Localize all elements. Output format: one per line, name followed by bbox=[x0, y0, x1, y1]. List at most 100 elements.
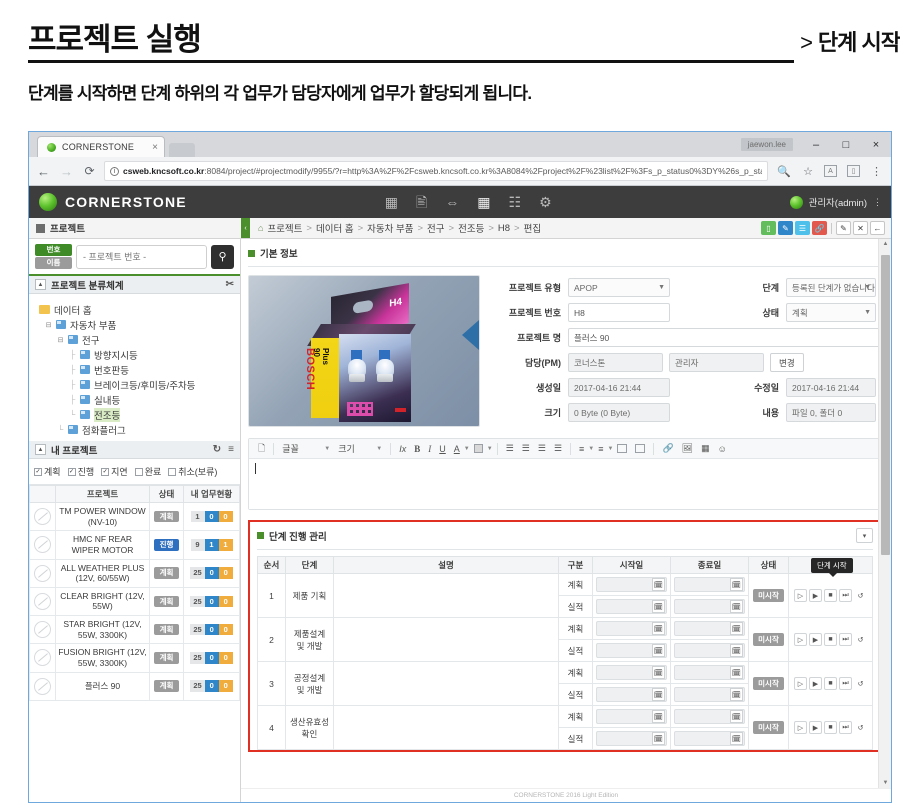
reset-icon[interactable]: ↺ bbox=[854, 677, 867, 690]
bookmark-star-icon[interactable]: ☆ bbox=[800, 165, 816, 178]
actual-end-input[interactable]: 🗓 bbox=[674, 731, 745, 746]
scrollbar-thumb[interactable] bbox=[881, 255, 890, 555]
font-size-select[interactable]: 크기 ▼ bbox=[334, 442, 386, 455]
plan-end-input[interactable]: 🗓 bbox=[674, 577, 745, 592]
plan-start-cell[interactable]: 🗓 bbox=[592, 617, 671, 640]
url-input[interactable]: i csweb.kncsoft.co.kr:8084/project/#proj… bbox=[104, 161, 769, 181]
plan-end-cell[interactable]: 🗓 bbox=[670, 705, 749, 728]
user-menu-icon[interactable]: ⋮ bbox=[873, 197, 882, 208]
site-info-icon[interactable]: i bbox=[110, 166, 119, 176]
font-family-select[interactable]: 글꼴 ▼ bbox=[278, 442, 334, 455]
table-row[interactable]: CLEAR BRIGHT (12V, 55W) 계획 25 0 0 bbox=[29, 586, 240, 617]
skip-end-icon[interactable]: ⏭ bbox=[839, 721, 852, 734]
skip-end-icon[interactable]: ⏭ bbox=[839, 633, 852, 646]
share-icon[interactable]: ⇔ bbox=[445, 195, 459, 209]
stage-row[interactable]: 1 제품 기획 계획 🗓 🗓 미시작 단계 시작 ▷ ▶ ■ ⏭ ↺ bbox=[257, 558, 873, 618]
browser-tab[interactable]: CORNERSTONE × bbox=[37, 136, 165, 157]
stage-desc[interactable] bbox=[333, 573, 559, 618]
indent-icon[interactable] bbox=[631, 444, 649, 453]
skip-end-icon[interactable]: ⏭ bbox=[839, 589, 852, 602]
filter-delayed[interactable]: 지연 bbox=[101, 465, 128, 478]
breadcrumb-item-0[interactable]: 프로젝트 bbox=[267, 221, 302, 235]
open-folder-icon[interactable]: ▷ bbox=[794, 721, 807, 734]
number-input[interactable]: H8 bbox=[568, 303, 670, 322]
product-thumbnail[interactable]: H4 BOSCH Plus 90 bbox=[248, 275, 480, 427]
open-folder-icon[interactable]: ▷ bbox=[794, 677, 807, 690]
plan-start-input[interactable]: 🗓 bbox=[596, 709, 667, 724]
bold-icon[interactable]: B bbox=[410, 444, 424, 454]
actual-end-input[interactable]: 🗓 bbox=[674, 599, 745, 614]
actual-start-input[interactable]: 🗓 bbox=[596, 731, 667, 746]
actual-start-cell[interactable]: 🗓 bbox=[592, 639, 671, 662]
filter-cancelled[interactable]: 취소(보류) bbox=[168, 465, 217, 478]
close-icon[interactable]: × bbox=[152, 142, 158, 153]
breadcrumb-item-2[interactable]: 자동차 부품 bbox=[367, 221, 413, 235]
chevron-up-icon[interactable]: ▲ bbox=[35, 279, 46, 290]
italic-icon[interactable]: I bbox=[424, 444, 435, 454]
checkbox-icon[interactable] bbox=[67, 467, 76, 476]
cast-extension-icon[interactable]: ▯ bbox=[847, 165, 860, 177]
chrome-menu-icon[interactable]: ⋮ bbox=[868, 165, 885, 178]
chevron-down-icon[interactable]: ▼ bbox=[487, 446, 493, 452]
gear-icon[interactable]: ⚙ bbox=[539, 195, 552, 209]
new-document-icon[interactable]: 🗋 bbox=[254, 441, 269, 457]
calendar-icon[interactable]: 🗓 bbox=[730, 600, 743, 613]
tree-item-headlight[interactable]: └ 전조등 bbox=[35, 407, 240, 422]
collapse-toggle-icon[interactable]: ⊟ bbox=[57, 336, 64, 344]
image-icon[interactable]: 🖼 bbox=[678, 443, 697, 454]
search-button[interactable]: ⚲ bbox=[211, 244, 234, 269]
group-button[interactable]: ☰ bbox=[795, 221, 810, 235]
tree-item-brake-light[interactable]: ├ 브레이크등/후미등/주차등 bbox=[35, 377, 240, 392]
actual-start-input[interactable]: 🗓 bbox=[596, 643, 667, 658]
editor-body[interactable] bbox=[249, 459, 881, 509]
tree-item-interior-light[interactable]: ├ 실내등 bbox=[35, 392, 240, 407]
checkbox-icon[interactable] bbox=[134, 467, 143, 476]
outdent-icon[interactable] bbox=[613, 444, 631, 453]
stop-icon[interactable]: ■ bbox=[824, 633, 837, 646]
plan-end-input[interactable]: 🗓 bbox=[674, 709, 745, 724]
actual-start-cell[interactable]: 🗓 bbox=[592, 727, 671, 750]
calendar-icon[interactable]: 🗓 bbox=[730, 688, 743, 701]
table-row[interactable]: ALL WEATHER PLUS (12V, 60/55W) 계획 25 0 0 bbox=[29, 558, 240, 588]
stage-row[interactable]: 4 생산유효성 확인 계획 🗓 🗓 미시작 ▷ ▶ ■ ⏭ ↺ bbox=[257, 705, 873, 750]
search-input[interactable] bbox=[76, 244, 207, 269]
tree-item-turn-signal[interactable]: ├ 방향지시등 bbox=[35, 347, 240, 362]
reset-icon[interactable]: ↺ bbox=[854, 633, 867, 646]
actual-start-cell[interactable]: 🗓 bbox=[592, 595, 671, 618]
plan-end-input[interactable]: 🗓 bbox=[674, 665, 745, 680]
table-icon[interactable]: ▦ bbox=[697, 443, 714, 454]
actual-end-input[interactable]: 🗓 bbox=[674, 687, 745, 702]
minimize-button[interactable]: – bbox=[801, 139, 831, 151]
stage-panel-dropdown[interactable]: ▾ bbox=[856, 528, 873, 543]
clear-format-icon[interactable]: Ix bbox=[395, 444, 410, 454]
open-folder-icon[interactable]: ▷ bbox=[794, 633, 807, 646]
emoji-icon[interactable]: ☺ bbox=[714, 444, 731, 454]
tree-item-auto-parts[interactable]: ⊟ 자동차 부품 bbox=[35, 317, 240, 332]
checkbox-icon[interactable] bbox=[34, 467, 42, 476]
calendar-icon[interactable]: 🗓 bbox=[730, 666, 743, 679]
align-right-icon[interactable]: ☰ bbox=[534, 443, 550, 454]
align-left-icon[interactable]: ☰ bbox=[502, 443, 518, 454]
reset-icon[interactable]: ↺ bbox=[854, 589, 867, 602]
plan-start-cell[interactable]: 🗓 bbox=[592, 705, 671, 728]
grid-icon[interactable]: ▦ bbox=[477, 195, 490, 209]
status-select[interactable]: 계획 ▼ bbox=[786, 303, 876, 322]
back-button[interactable]: ← bbox=[870, 221, 885, 235]
back-icon[interactable]: ← bbox=[35, 164, 52, 179]
scroll-up-icon[interactable]: ▲ bbox=[879, 241, 891, 247]
actual-end-cell[interactable]: 🗓 bbox=[670, 683, 749, 706]
calendar-icon[interactable]: 🗓 bbox=[730, 578, 743, 591]
filter-plan[interactable]: 계획 bbox=[34, 465, 61, 478]
calendar-icon[interactable]: 🗓 bbox=[652, 710, 665, 723]
actual-end-cell[interactable]: 🗓 bbox=[670, 727, 749, 750]
stage-select[interactable]: 등록된 단계가 없습니다 ▼ bbox=[786, 278, 876, 297]
calendar-icon[interactable]: 🗓 bbox=[730, 710, 743, 723]
new-tab-button[interactable] bbox=[169, 143, 195, 157]
orgchart-icon[interactable]: ☷ bbox=[509, 195, 522, 209]
search-icon[interactable]: 🔍 bbox=[774, 165, 794, 178]
edit-button[interactable]: ✎ bbox=[778, 221, 793, 235]
calendar-icon[interactable]: 🗓 bbox=[730, 732, 743, 745]
actual-start-input[interactable]: 🗓 bbox=[596, 599, 667, 614]
tree-item-bulb[interactable]: ⊟ 전구 bbox=[35, 332, 240, 347]
breadcrumb-item-5[interactable]: H8 bbox=[498, 223, 510, 234]
